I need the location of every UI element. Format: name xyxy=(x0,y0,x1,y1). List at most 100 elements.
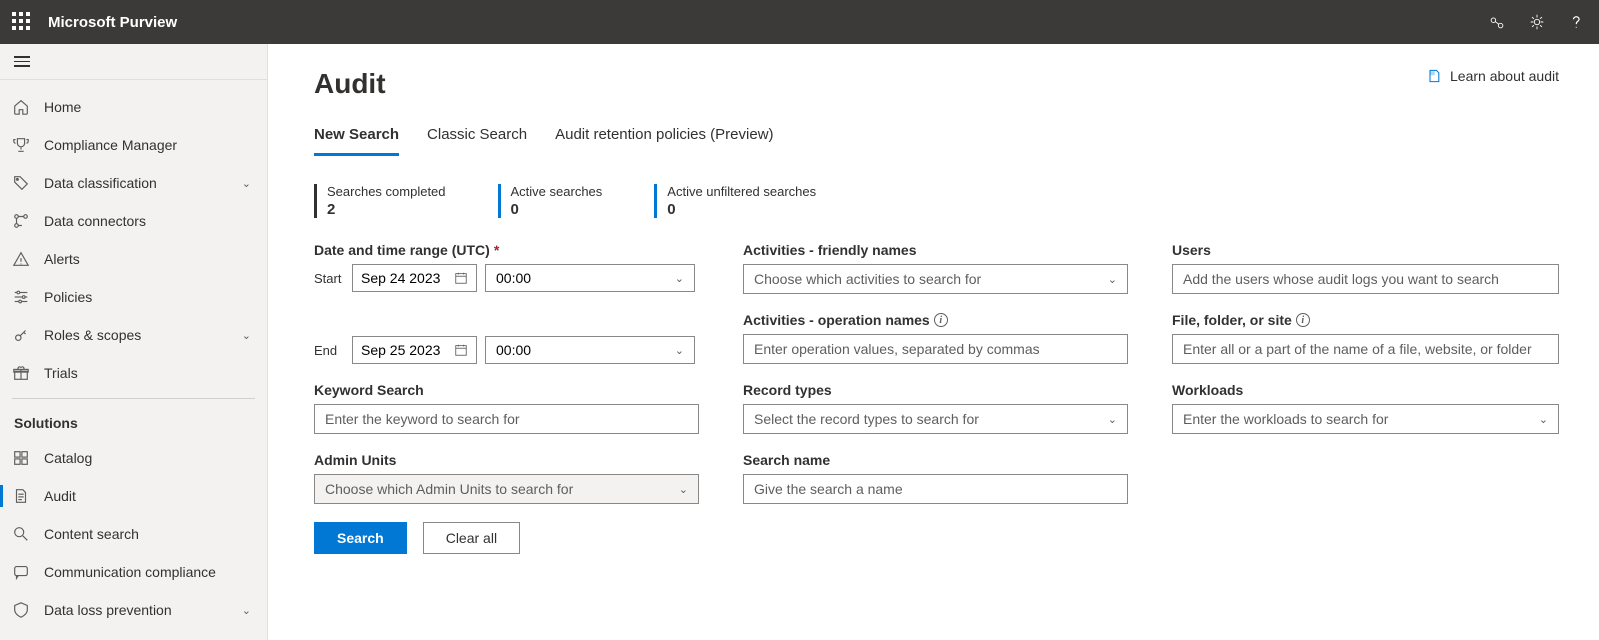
sidebar-item-compliance-manager[interactable]: Compliance Manager xyxy=(0,126,267,164)
tab-audit-retention-policies[interactable]: Audit retention policies (Preview) xyxy=(555,120,773,156)
sidebar-item-label: Catalog xyxy=(44,450,251,466)
activities-friendly-select[interactable]: Choose which activities to search for ⌄ xyxy=(743,264,1128,294)
date-label: Date and time range (UTC) * xyxy=(314,242,699,258)
search-icon xyxy=(12,525,30,543)
field-users: Users xyxy=(1172,242,1559,294)
sidebar-item-policies[interactable]: Policies xyxy=(0,278,267,316)
chevron-down-icon: ⌄ xyxy=(675,344,684,357)
keyword-input[interactable] xyxy=(314,404,699,434)
hamburger-icon[interactable] xyxy=(14,56,30,67)
chevron-down-icon: ⌄ xyxy=(1108,413,1117,426)
users-input[interactable] xyxy=(1172,264,1559,294)
info-icon[interactable]: i xyxy=(1296,313,1310,327)
sliders-icon xyxy=(12,288,30,306)
connectors-icon xyxy=(12,212,30,230)
document-link-icon xyxy=(1426,68,1442,84)
tab-new-search[interactable]: New Search xyxy=(314,120,399,156)
calendar-icon xyxy=(454,343,468,357)
grid-icon xyxy=(12,449,30,467)
end-time-input[interactable]: 00:00 ⌄ xyxy=(485,336,695,364)
sidebar-item-label: Trials xyxy=(44,365,251,381)
main-layout: Home Compliance Manager Data classificat… xyxy=(0,44,1599,640)
sub-header xyxy=(0,44,267,80)
stat-searches-completed: Searches completed 2 xyxy=(314,184,446,218)
solutions-heading: Solutions xyxy=(0,405,267,439)
workloads-select[interactable]: Enter the workloads to search for ⌄ xyxy=(1172,404,1559,434)
sidebar-item-catalog[interactable]: Catalog xyxy=(0,439,267,477)
sidebar-item-label: Data connectors xyxy=(44,213,251,229)
stat-label: Active unfiltered searches xyxy=(667,184,816,199)
field-workloads: Workloads Enter the workloads to search … xyxy=(1172,382,1559,434)
trophy-icon xyxy=(12,136,30,154)
record-types-select[interactable]: Select the record types to search for ⌄ xyxy=(743,404,1128,434)
start-date-input[interactable]: Sep 24 2023 xyxy=(352,264,477,292)
sidebar-item-label: Communication compliance xyxy=(44,564,251,580)
field-keyword-search: Keyword Search xyxy=(314,382,699,434)
app-launcher-icon[interactable] xyxy=(12,12,32,32)
end-label: End xyxy=(314,343,344,358)
field-activities-friendly: Activities - friendly names Choose which… xyxy=(743,242,1128,294)
workloads-label: Workloads xyxy=(1172,382,1559,398)
form-col-1: Date and time range (UTC) * Start Sep 24… xyxy=(314,242,699,554)
tabs: New Search Classic Search Audit retentio… xyxy=(314,120,1559,156)
chevron-down-icon: ⌄ xyxy=(242,329,251,342)
key-icon xyxy=(12,326,30,344)
divider xyxy=(12,398,255,399)
sidebar-item-roles-scopes[interactable]: Roles & scopes ⌄ xyxy=(0,316,267,354)
info-icon[interactable]: i xyxy=(934,313,948,327)
search-name-label: Search name xyxy=(743,452,1128,468)
home-icon xyxy=(12,98,30,116)
field-admin-units: Admin Units Choose which Admin Units to … xyxy=(314,452,699,504)
connection-icon[interactable] xyxy=(1487,12,1507,32)
sidebar-item-communication-compliance[interactable]: Communication compliance xyxy=(0,553,267,591)
end-date-row: End Sep 25 2023 00:00 ⌄ xyxy=(314,336,699,364)
sidebar-item-content-search[interactable]: Content search xyxy=(0,515,267,553)
file-label: File, folder, or site i xyxy=(1172,312,1559,328)
gear-icon[interactable] xyxy=(1527,12,1547,32)
admin-units-select[interactable]: Choose which Admin Units to search for ⌄ xyxy=(314,474,699,504)
users-label: Users xyxy=(1172,242,1559,258)
alert-icon xyxy=(12,250,30,268)
sidebar-item-home[interactable]: Home xyxy=(0,88,267,126)
tab-classic-search[interactable]: Classic Search xyxy=(427,120,527,156)
chevron-down-icon: ⌄ xyxy=(675,272,684,285)
search-name-input[interactable] xyxy=(743,474,1128,504)
field-record-types: Record types Select the record types to … xyxy=(743,382,1128,434)
sidebar-item-alerts[interactable]: Alerts xyxy=(0,240,267,278)
top-header-left: Microsoft Purview xyxy=(12,12,177,32)
activities-op-input[interactable] xyxy=(743,334,1128,364)
chevron-down-icon: ⌄ xyxy=(679,483,688,496)
sidebar-item-label: Home xyxy=(44,99,251,115)
chevron-down-icon: ⌄ xyxy=(242,604,251,617)
search-button[interactable]: Search xyxy=(314,522,407,554)
field-file-folder-site: File, folder, or site i xyxy=(1172,312,1559,364)
stat-value: 0 xyxy=(511,201,603,218)
learn-about-audit-link[interactable]: Learn about audit xyxy=(1426,68,1559,84)
sidebar-item-trials[interactable]: Trials xyxy=(0,354,267,392)
start-label: Start xyxy=(314,271,344,286)
main-content: Audit Learn about audit New Search Class… xyxy=(268,44,1599,640)
sidebar-item-label: Compliance Manager xyxy=(44,137,251,153)
clear-all-button[interactable]: Clear all xyxy=(423,522,520,554)
nav-section-main: Home Compliance Manager Data classificat… xyxy=(0,80,267,629)
form-grid: Date and time range (UTC) * Start Sep 24… xyxy=(314,242,1559,554)
file-input[interactable] xyxy=(1172,334,1559,364)
sidebar-item-data-loss-prevention[interactable]: Data loss prevention ⌄ xyxy=(0,591,267,629)
stat-value: 2 xyxy=(327,201,446,218)
chevron-down-icon: ⌄ xyxy=(1108,273,1117,286)
start-time-input[interactable]: 00:00 ⌄ xyxy=(485,264,695,292)
stat-active-searches: Active searches 0 xyxy=(498,184,603,218)
stats-row: Searches completed 2 Active searches 0 A… xyxy=(314,184,1559,218)
field-date-time-range: Date and time range (UTC) * Start Sep 24… xyxy=(314,242,699,364)
field-activities-operation: Activities - operation names i xyxy=(743,312,1128,364)
sidebar-item-data-connectors[interactable]: Data connectors xyxy=(0,202,267,240)
sidebar-item-audit[interactable]: Audit xyxy=(0,477,267,515)
learn-link-label: Learn about audit xyxy=(1450,68,1559,84)
chat-icon xyxy=(12,563,30,581)
activities-op-label: Activities - operation names i xyxy=(743,312,1128,328)
help-icon[interactable] xyxy=(1567,12,1587,32)
sidebar-item-label: Policies xyxy=(44,289,251,305)
page-header: Audit Learn about audit xyxy=(314,68,1559,100)
end-date-input[interactable]: Sep 25 2023 xyxy=(352,336,477,364)
sidebar-item-data-classification[interactable]: Data classification ⌄ xyxy=(0,164,267,202)
